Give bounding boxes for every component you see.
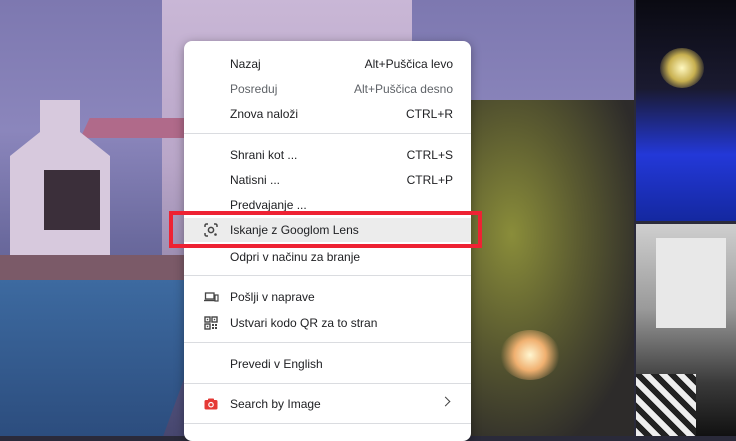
menu-item-send-to-devices[interactable]: Pošlji v naprave — [184, 285, 471, 309]
lens-icon — [203, 222, 219, 238]
menu-item-shortcut: Alt+Puščica levo — [364, 57, 453, 71]
menu-item-label: Prevedi v English — [230, 357, 323, 371]
menu-item-label: Predvajanje ... — [230, 198, 307, 212]
menu-item-label: Pošlji v naprave — [230, 290, 315, 304]
thumbnail-bedroom[interactable] — [636, 224, 736, 436]
chevron-right-icon — [440, 396, 451, 407]
menu-item-label: Znova naloži — [230, 107, 299, 121]
menu-item-search-by-image[interactable]: Search by Image — [184, 392, 471, 416]
menu-separator — [184, 423, 471, 424]
send-to-devices-icon — [203, 289, 219, 305]
menu-item-save-as[interactable]: Shrani kot ... CTRL+S — [184, 143, 471, 167]
menu-separator — [184, 383, 471, 384]
menu-item-translate[interactable]: Prevedi v English — [184, 352, 471, 376]
menu-item-google-lens[interactable]: Iskanje z Googlom Lens — [184, 218, 471, 242]
menu-separator — [184, 275, 471, 276]
menu-item-label: Ustvari kodo QR za to stran — [230, 316, 378, 330]
menu-item-label: Natisni ... — [230, 173, 281, 187]
thumbnail-night-pool[interactable] — [636, 0, 736, 221]
background-grill-opening — [44, 170, 100, 230]
qr-code-icon — [203, 315, 219, 331]
menu-item-forward[interactable]: Posreduj Alt+Puščica desno — [184, 77, 471, 101]
menu-item-label: Odpri v načinu za branje — [230, 250, 361, 264]
menu-separator — [184, 342, 471, 343]
menu-item-back[interactable]: Nazaj Alt+Puščica levo — [184, 52, 471, 76]
context-menu: Nazaj Alt+Puščica levo Posreduj Alt+Pušč… — [184, 41, 471, 441]
menu-item-label: Search by Image — [230, 397, 321, 411]
menu-item-shortcut: CTRL+S — [406, 148, 453, 162]
camera-icon — [203, 396, 219, 412]
menu-item-reading-mode[interactable]: Odpri v načinu za branje — [184, 245, 471, 269]
menu-item-label: Nazaj — [230, 57, 261, 71]
menu-item-shortcut: CTRL+P — [406, 173, 453, 187]
menu-item-create-qr[interactable]: Ustvari kodo QR za to stran — [184, 311, 471, 335]
menu-item-cast[interactable]: Predvajanje ... — [184, 193, 471, 217]
background-lamp-glow — [500, 330, 560, 380]
menu-item-label: Posreduj — [230, 82, 278, 96]
menu-item-print[interactable]: Natisni ... CTRL+P — [184, 168, 471, 192]
menu-item-shortcut: Alt+Puščica desno — [353, 82, 453, 96]
menu-item-label: Shrani kot ... — [230, 148, 298, 162]
menu-item-reload[interactable]: Znova naloži CTRL+R — [184, 102, 471, 126]
menu-separator — [184, 133, 471, 134]
menu-item-shortcut: CTRL+R — [405, 107, 453, 121]
menu-item-label: Iskanje z Googlom Lens — [230, 223, 359, 237]
